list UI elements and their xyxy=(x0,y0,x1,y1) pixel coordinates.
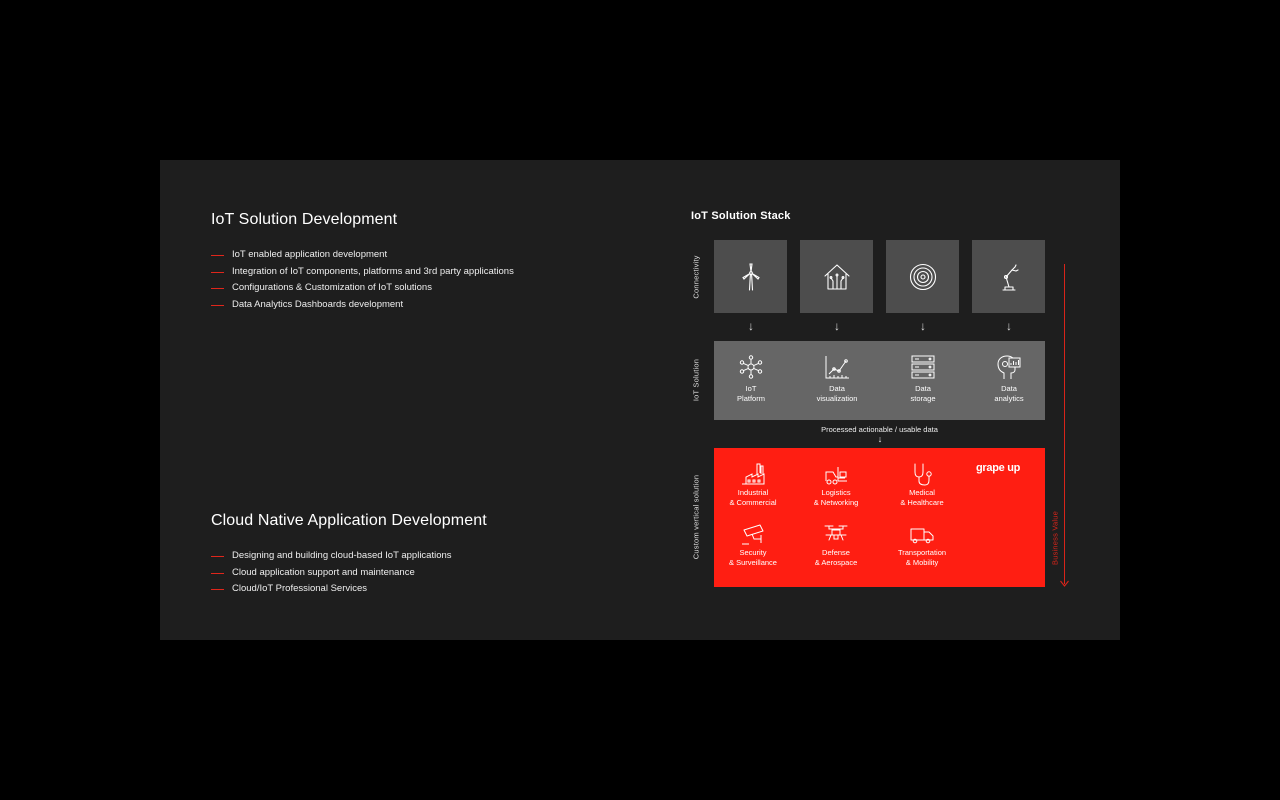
connectivity-box-4 xyxy=(972,240,1045,313)
list-item: Cloud application support and maintenanc… xyxy=(211,565,641,582)
dash-marker xyxy=(211,304,224,306)
list-item: Cloud/IoT Professional Services xyxy=(211,581,641,598)
list-item: Data Analytics Dashboards development xyxy=(211,297,641,314)
arrow-down-icon: ↓ xyxy=(877,434,883,444)
row-label-text: Custom vertical solution xyxy=(691,474,701,560)
list-item-text: Integration of IoT components, platforms… xyxy=(232,265,514,277)
list-item-text: Configurations & Customization of IoT so… xyxy=(232,282,432,293)
line-chart-icon xyxy=(825,356,849,379)
vertical-label: Security & Surveillance xyxy=(729,548,777,567)
solution-item: Data analytics xyxy=(973,354,1045,403)
stethoscope-icon xyxy=(914,463,932,486)
stack-title: IoT Solution Stack xyxy=(691,210,791,222)
list-item-text: Cloud/IoT Professional Services xyxy=(232,583,367,594)
connectivity-box-3 xyxy=(886,240,959,313)
custom-vertical-band: grape up Industrial & Commercial Logisti… xyxy=(714,448,1045,587)
list-item-text: IoT enabled application development xyxy=(232,249,388,260)
iot-solution-band: IoT Platform Data visualization Data sto… xyxy=(714,341,1045,420)
list-item-text: Cloud application support and maintenanc… xyxy=(232,566,415,578)
dash-marker xyxy=(211,288,224,289)
robotic-arm-icon xyxy=(1001,263,1019,291)
vertical-label: Logistics & Networking xyxy=(813,488,859,507)
vertical-label: Defense & Aerospace xyxy=(814,548,858,567)
business-value-text: Business Value xyxy=(1050,511,1060,565)
drone-icon xyxy=(824,525,848,541)
analytics-head-icon xyxy=(997,355,1021,379)
vertical-label: Industrial & Commercial xyxy=(729,488,777,507)
solution-item: Data storage xyxy=(887,354,959,403)
vertical-item: Industrial & Commercial xyxy=(715,462,791,508)
vertical-label: Medical & Healthcare xyxy=(900,488,944,507)
solution-item: Data visualization xyxy=(801,354,873,403)
arrow-down-icon: ↓ xyxy=(834,319,840,333)
smart-home-icon xyxy=(823,263,850,290)
row-label-text: Connectivity xyxy=(691,255,701,299)
solution-label: Data analytics xyxy=(994,384,1024,403)
dash-marker xyxy=(211,556,224,557)
dash-marker xyxy=(211,589,224,590)
solution-label: Data storage xyxy=(910,384,936,403)
factory-icon xyxy=(742,463,765,485)
vertical-label: Transportation & Mobility xyxy=(897,548,947,567)
business-value-line xyxy=(1064,264,1065,584)
solution-label: IoT Platform xyxy=(737,384,765,403)
solution-label: Data visualization xyxy=(816,384,858,403)
connectivity-box-1 xyxy=(714,240,787,313)
connectivity-box-2 xyxy=(800,240,873,313)
dash-marker xyxy=(211,572,224,574)
bullet-list: IoT enabled application development Inte… xyxy=(211,247,641,313)
section-iot-solution-development: IoT Solution Development IoT enabled app… xyxy=(211,211,641,313)
vertical-item: Medical & Healthcare xyxy=(884,462,960,508)
truck-icon xyxy=(910,528,934,544)
list-item-text: Designing and building cloud-based IoT a… xyxy=(232,550,452,561)
slide: IoT Solution Development IoT enabled app… xyxy=(160,160,1120,640)
arrow-down-icon: ↓ xyxy=(920,319,926,333)
row-label-text: IoT Solution xyxy=(691,358,701,402)
vertical-item: Logistics & Networking xyxy=(798,462,874,508)
list-item-text: Data Analytics Dashboards development xyxy=(232,298,404,310)
section-cloud-native-development: Cloud Native Application Development Des… xyxy=(211,512,641,598)
section-title: IoT Solution Development xyxy=(211,211,398,228)
list-item: Integration of IoT components, platforms… xyxy=(211,264,641,281)
list-item: Configurations & Customization of IoT so… xyxy=(211,280,641,297)
security-camera-icon xyxy=(742,524,764,545)
forklift-icon xyxy=(825,467,847,485)
arrow-down-icon: ↓ xyxy=(1006,319,1012,333)
bullet-list: Designing and building cloud-based IoT a… xyxy=(211,548,641,598)
dash-marker xyxy=(211,255,224,256)
wind-turbine-icon xyxy=(741,262,760,291)
vertical-item: Security & Surveillance xyxy=(715,522,791,568)
solution-item: IoT Platform xyxy=(715,354,787,403)
vertical-item: Defense & Aerospace xyxy=(798,522,874,568)
dash-marker xyxy=(211,271,224,273)
signal-waves-icon xyxy=(909,263,936,290)
server-stack-icon xyxy=(911,355,935,379)
network-hub-icon xyxy=(739,355,763,379)
section-title: Cloud Native Application Development xyxy=(211,512,487,529)
brand-logo: grape up xyxy=(976,462,1021,474)
arrow-down-icon xyxy=(1060,580,1069,587)
arrow-down-icon: ↓ xyxy=(748,319,754,333)
list-item: Designing and building cloud-based IoT a… xyxy=(211,548,641,565)
vertical-item: Transportation & Mobility xyxy=(884,522,960,568)
list-item: IoT enabled application development xyxy=(211,247,641,264)
